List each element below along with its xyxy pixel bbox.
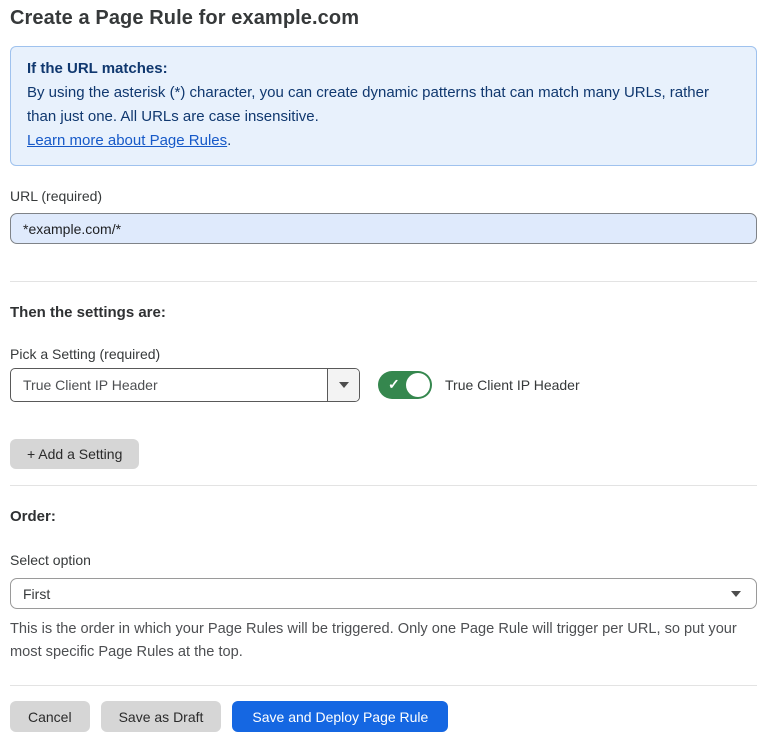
learn-more-link[interactable]: Learn more about Page Rules [27, 132, 227, 149]
info-banner-heading: If the URL matches: [27, 57, 740, 81]
url-field-label: URL (required) [10, 188, 757, 204]
order-select-label: Select option [10, 552, 757, 568]
save-as-draft-button[interactable]: Save as Draft [101, 701, 222, 732]
save-and-deploy-button[interactable]: Save and Deploy Page Rule [232, 701, 448, 732]
setting-picker-label: Pick a Setting (required) [10, 346, 757, 362]
info-banner: If the URL matches: By using the asteris… [10, 46, 757, 166]
actions-row: Cancel Save as Draft Save and Deploy Pag… [10, 701, 757, 732]
link-suffix: . [227, 132, 231, 149]
setting-select[interactable]: True Client IP Header [10, 368, 360, 402]
setting-select-arrow-button[interactable] [327, 369, 359, 401]
toggle-knob [406, 373, 430, 397]
chevron-down-icon [339, 382, 349, 388]
true-client-ip-toggle[interactable]: ✓ [378, 371, 432, 399]
info-banner-link-row: Learn more about Page Rules. [27, 129, 740, 153]
add-setting-button[interactable]: + Add a Setting [10, 439, 139, 469]
url-input[interactable] [10, 213, 757, 244]
settings-section-heading: Then the settings are: [10, 304, 757, 321]
setting-row: True Client IP Header ✓ True Client IP H… [10, 368, 757, 402]
cancel-button[interactable]: Cancel [10, 701, 90, 732]
check-icon: ✓ [388, 376, 400, 393]
setting-select-value: True Client IP Header [11, 369, 327, 401]
toggle-label: True Client IP Header [445, 377, 580, 393]
order-select[interactable]: First [10, 578, 757, 609]
chevron-down-icon [731, 591, 741, 597]
page-title: Create a Page Rule for example.com [10, 7, 757, 30]
divider [10, 485, 757, 486]
divider [10, 685, 757, 686]
order-help-text: This is the order in which your Page Rul… [10, 618, 757, 664]
info-banner-body: By using the asterisk (*) character, you… [27, 81, 740, 129]
order-select-value: First [23, 586, 50, 602]
divider [10, 281, 757, 282]
order-section-heading: Order: [10, 508, 757, 525]
